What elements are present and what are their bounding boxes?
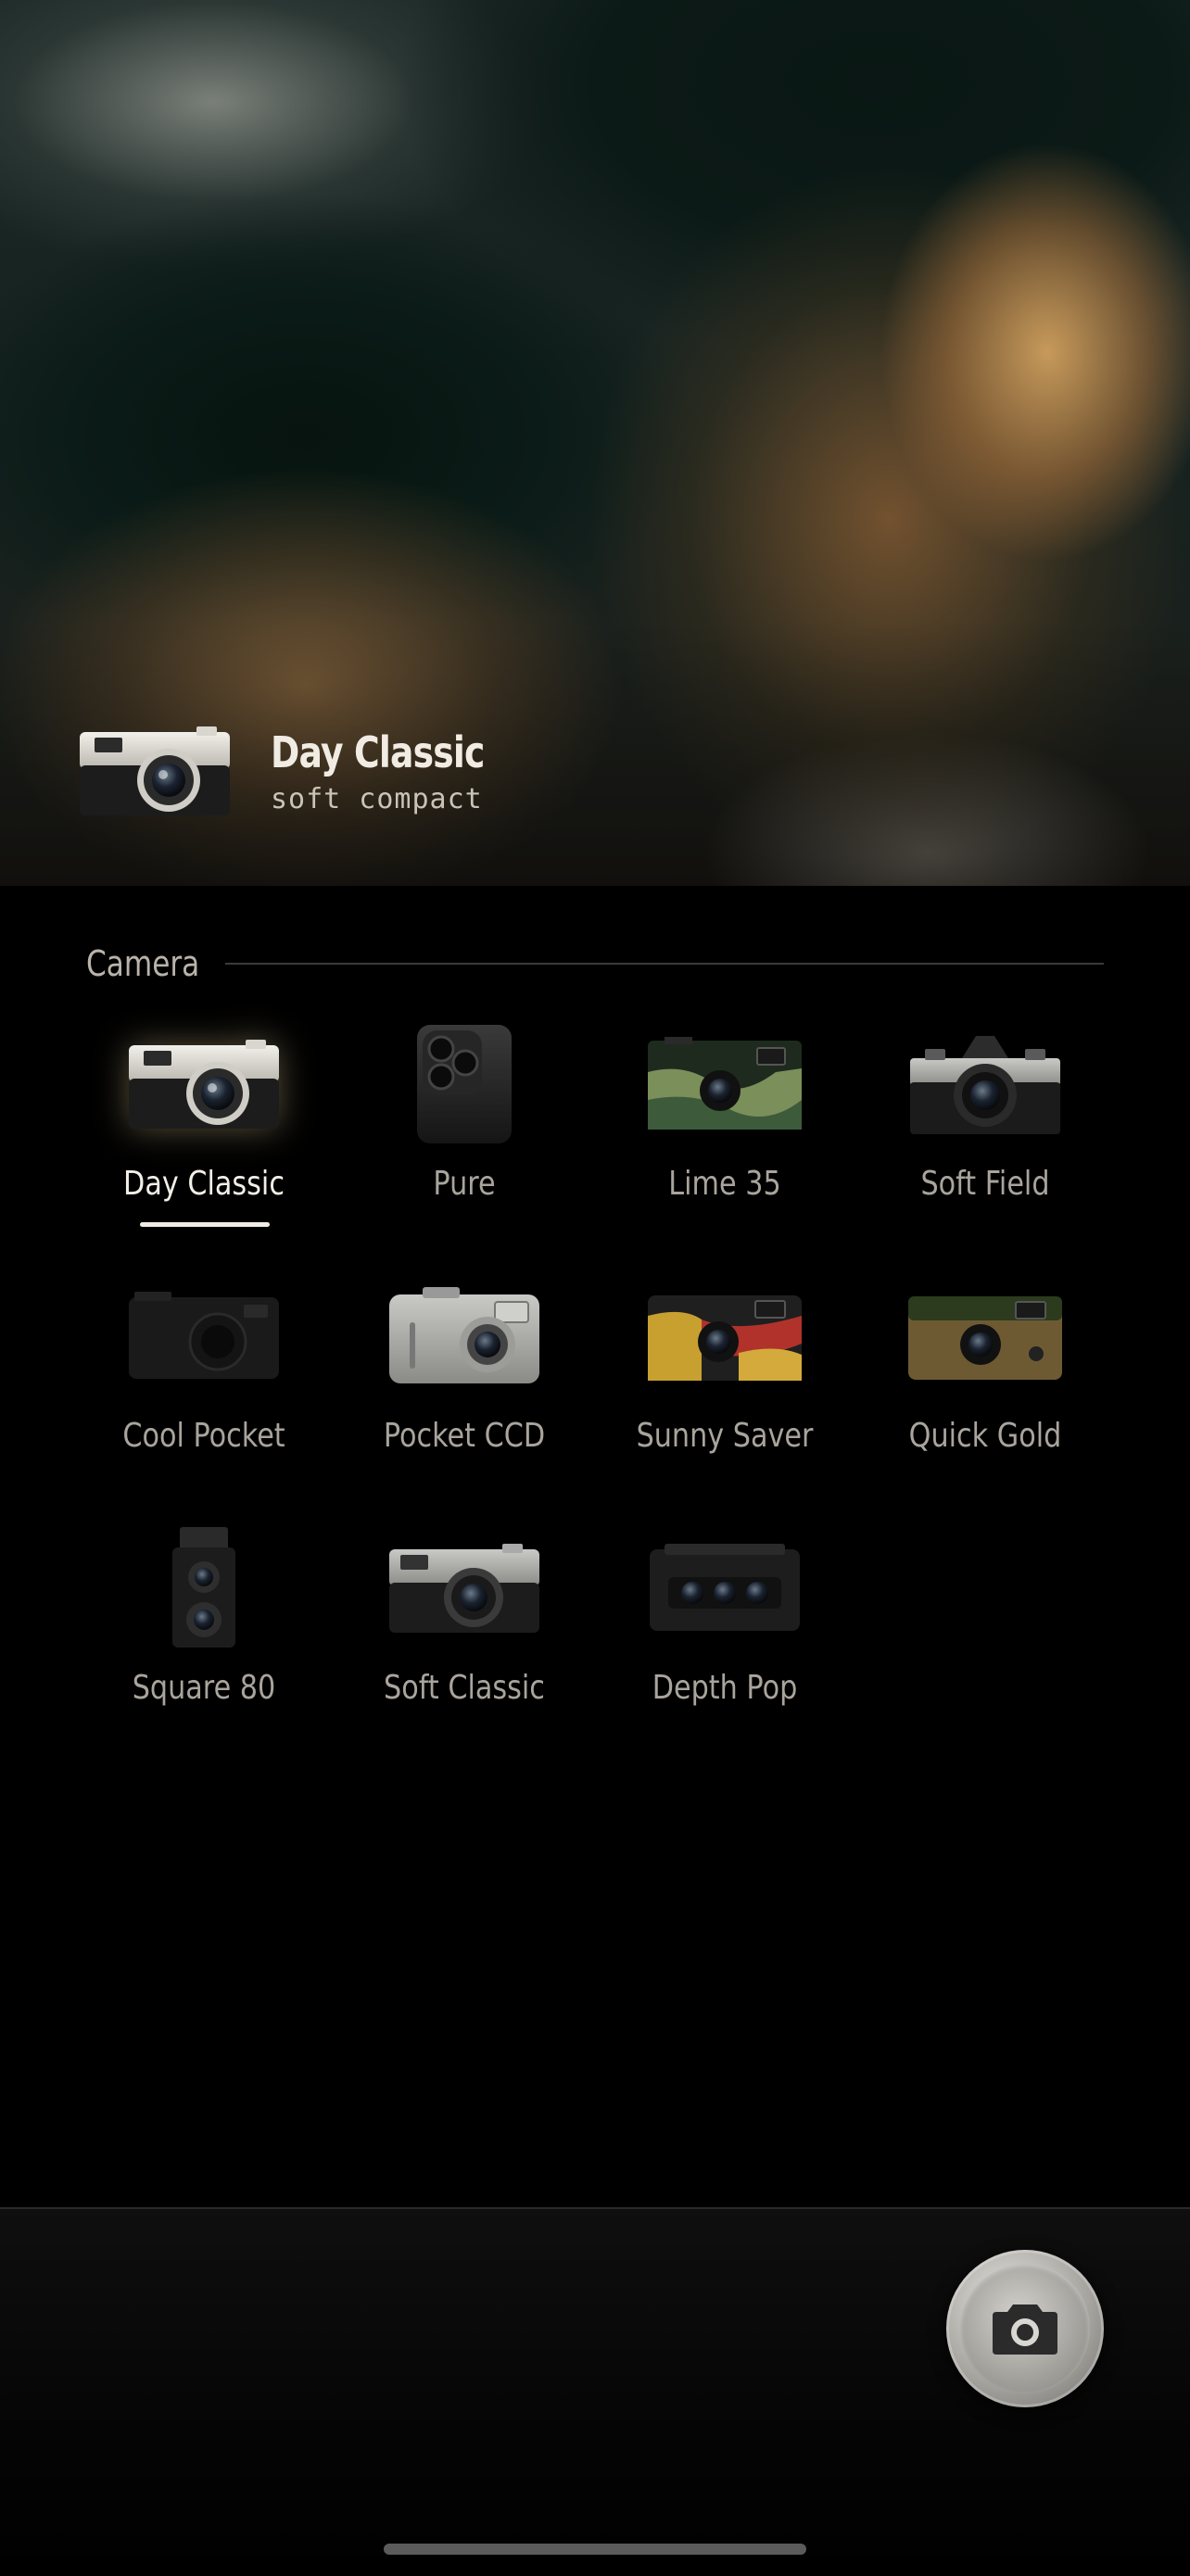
three-lens-3d-camera-icon <box>650 1544 800 1631</box>
camera-option-sunny-saver[interactable]: Sunny Saver <box>595 1267 855 1508</box>
silver-rangefinder-camera-icon <box>129 1040 279 1129</box>
camera-option-label: Pocket CCD <box>383 1417 546 1455</box>
current-camera-info: Day Classic soft compact <box>76 723 531 819</box>
camera-option-day-classic[interactable]: Day Classic <box>74 1015 334 1256</box>
camera-option-lime-35[interactable]: Lime 35 <box>595 1015 855 1256</box>
yellow-disposable-camera-icon <box>648 1295 802 1381</box>
camera-option-label: Pure <box>433 1165 496 1203</box>
silver-digital-compact-icon <box>389 1287 539 1383</box>
black-rangefinder-camera-icon <box>389 1544 539 1633</box>
camera-option-quick-gold[interactable]: Quick Gold <box>855 1267 1115 1508</box>
camera-option-label: Day Classic <box>123 1165 285 1203</box>
current-camera-name: Day Classic <box>271 726 485 777</box>
camera-option-label: Depth Pop <box>652 1669 798 1707</box>
camera-option-soft-field[interactable]: Soft Field <box>855 1015 1115 1256</box>
camera-option-depth-pop[interactable]: Depth Pop <box>595 1519 855 1760</box>
gold-disposable-camera-icon <box>908 1296 1062 1380</box>
smartphone-triple-lens-icon <box>417 1025 512 1143</box>
black-compact-camera-icon <box>129 1292 279 1379</box>
section-label: Camera <box>86 943 200 984</box>
silver-rangefinder-camera-icon <box>80 726 230 815</box>
camera-option-soft-classic[interactable]: Soft Classic <box>335 1519 594 1760</box>
slr-camera-icon <box>910 1036 1060 1134</box>
camera-option-label: Soft Field <box>920 1165 1050 1203</box>
camera-option-label: Lime 35 <box>668 1165 781 1203</box>
camera-option-label: Soft Classic <box>384 1669 545 1707</box>
camera-option-label: Quick Gold <box>908 1417 1062 1455</box>
camera-option-pure[interactable]: Pure <box>335 1015 594 1256</box>
camera-icon <box>993 2305 1057 2355</box>
camera-option-label: Square 80 <box>132 1669 276 1707</box>
home-indicator[interactable] <box>384 2544 806 2555</box>
camera-option-label: Cool Pocket <box>122 1417 285 1455</box>
camera-option-cool-pocket[interactable]: Cool Pocket <box>74 1267 334 1508</box>
camera-option-pocket-ccd[interactable]: Pocket CCD <box>335 1267 594 1508</box>
section-divider <box>225 963 1104 965</box>
current-camera-subtitle: soft compact <box>271 782 483 815</box>
shutter-button[interactable] <box>946 2250 1104 2407</box>
selected-indicator <box>140 1222 270 1227</box>
twin-lens-reflex-camera-icon <box>172 1527 235 1648</box>
camera-option-square-80[interactable]: Square 80 <box>74 1519 334 1760</box>
camera-option-label: Sunny Saver <box>636 1417 814 1455</box>
green-disposable-camera-icon <box>648 1037 802 1130</box>
camera-section-header: Camera <box>86 936 1104 991</box>
